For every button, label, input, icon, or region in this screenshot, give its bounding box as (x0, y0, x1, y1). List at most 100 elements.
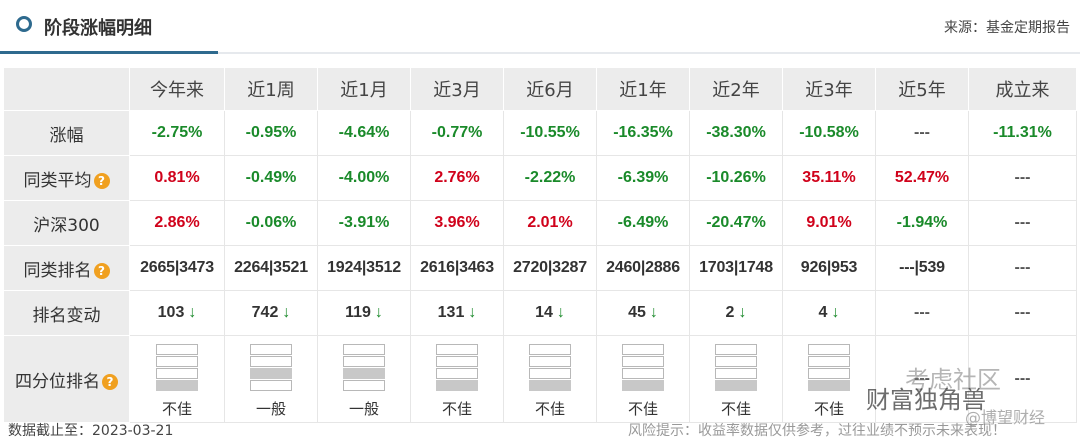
row-label-rank: 同类排名? (3, 245, 130, 291)
rank-cell: 2616|3463 (410, 245, 504, 291)
hs300-cell: -20.47% (689, 200, 783, 246)
quartile-cell: 不佳 (596, 335, 690, 423)
help-icon[interactable]: ? (93, 172, 110, 189)
hs300-cell: -0.06% (224, 200, 318, 246)
quartile-bar-icon (250, 343, 292, 392)
watermark-text: @博望财经 (965, 408, 1046, 427)
column-header: 今年来 (129, 67, 225, 111)
column-header: 近2年 (689, 67, 783, 111)
gain-cell: -10.55% (503, 110, 597, 156)
avg-cell: -6.39% (596, 155, 690, 201)
arrow-down-icon: ↓ (831, 304, 840, 321)
rank-row: 同类排名? 2665|3473 2264|3521 1924|3512 2616… (3, 245, 1077, 291)
avg-cell: 35.11% (782, 155, 876, 201)
avg-cell: -0.49% (224, 155, 318, 201)
row-label-text: 四分位排名 (15, 371, 100, 392)
arrow-down-icon: ↓ (374, 304, 383, 321)
quartile-label: 不佳 (534, 399, 565, 418)
rank-cell: 2264|3521 (224, 245, 318, 291)
change-cell: 119 ↓ (317, 290, 411, 336)
quartile-bar-icon (808, 343, 850, 392)
row-label-text: 同类排名 (23, 260, 92, 281)
section-header: 阶段涨幅明细 来源：基金定期报告 (0, 0, 1080, 54)
arrow-down-icon: ↓ (468, 304, 477, 321)
quartile-bar-icon (529, 343, 571, 392)
row-label-text: 同类平均 (23, 170, 92, 191)
header-row: 今年来 近1周 近1月 近3月 近6月 近1年 近2年 近3年 近5年 成立来 (3, 67, 1077, 111)
change-cell: 4 ↓ (782, 290, 876, 336)
title-underline (0, 51, 218, 54)
arrow-down-icon: ↓ (188, 304, 197, 321)
row-label-hs300: 沪深300 (3, 200, 130, 246)
column-header: 近1年 (596, 67, 690, 111)
circle-icon (16, 16, 32, 32)
column-header: 近1月 (317, 67, 411, 111)
avg-cell: 52.47% (875, 155, 969, 201)
change-cell: 742 ↓ (224, 290, 318, 336)
rank-cell: --- (968, 245, 1077, 291)
arrow-down-icon: ↓ (556, 304, 565, 321)
quartile-label: 不佳 (720, 399, 751, 418)
gain-cell: -0.77% (410, 110, 504, 156)
gain-cell: -2.75% (129, 110, 225, 156)
rank-cell: 2665|3473 (129, 245, 225, 291)
quartile-label: 不佳 (813, 399, 844, 418)
quartile-bar-icon (436, 343, 478, 392)
hs300-cell: 2.86% (129, 200, 225, 246)
row-label-change: 排名变动 (3, 290, 130, 336)
change-cell: 131 ↓ (410, 290, 504, 336)
gain-cell: -4.64% (317, 110, 411, 156)
change-value: 742 (251, 304, 279, 321)
change-cell: 14 ↓ (503, 290, 597, 336)
row-label-quartile: 四分位排名? (3, 335, 130, 423)
gain-cell: -10.58% (782, 110, 876, 156)
change-value: 14 (535, 304, 553, 321)
avg-cell: 0.81% (129, 155, 225, 201)
gain-cell: -0.95% (224, 110, 318, 156)
avg-row: 同类平均? 0.81% -0.49% -4.00% 2.76% -2.22% -… (3, 155, 1077, 201)
arrow-down-icon: ↓ (649, 304, 658, 321)
row-label-gain: 涨幅 (3, 110, 130, 156)
quartile-label: 一般 (255, 399, 286, 418)
quartile-cell: 不佳 (129, 335, 225, 423)
quartile-cell: 不佳 (503, 335, 597, 423)
gain-cell: -38.30% (689, 110, 783, 156)
quartile-bar-icon (343, 343, 385, 392)
gain-cell: -16.35% (596, 110, 690, 156)
rank-cell: 2460|2886 (596, 245, 690, 291)
change-value: 4 (818, 304, 828, 321)
avg-cell: -4.00% (317, 155, 411, 201)
help-icon[interactable]: ? (93, 262, 110, 279)
column-header: 近3年 (782, 67, 876, 111)
quartile-label: 不佳 (441, 399, 472, 418)
change-cell: 103 ↓ (129, 290, 225, 336)
gain-row: 涨幅 -2.75% -0.95% -4.64% -0.77% -10.55% -… (3, 110, 1077, 156)
change-value: 2 (725, 304, 735, 321)
hs300-cell: --- (968, 200, 1077, 246)
help-icon[interactable]: ? (102, 373, 118, 390)
data-date: 数据截止至：2023-03-21 (8, 423, 174, 439)
hs300-cell: 9.01% (782, 200, 876, 246)
quartile-label: 一般 (348, 399, 379, 418)
change-cell: --- (875, 290, 969, 336)
quartile-bar-icon (715, 343, 757, 392)
avg-cell: --- (968, 155, 1077, 201)
change-value: 45 (628, 304, 646, 321)
rank-cell: ---|539 (875, 245, 969, 291)
quartile-label: 不佳 (627, 399, 658, 418)
gain-cell: --- (875, 110, 969, 156)
column-header: 近3月 (410, 67, 504, 111)
quartile-cell: 不佳 (782, 335, 876, 423)
hs300-row: 沪深300 2.86% -0.06% -3.91% 3.96% 2.01% -6… (3, 200, 1077, 246)
quartile-bar-icon (156, 343, 198, 392)
hs300-cell: 3.96% (410, 200, 504, 246)
hs300-cell: -6.49% (596, 200, 690, 246)
quartile-bar-icon (622, 343, 664, 392)
rank-cell: 926|953 (782, 245, 876, 291)
hs300-cell: -3.91% (317, 200, 411, 246)
quartile-cell: 不佳 (410, 335, 504, 423)
avg-cell: -2.22% (503, 155, 597, 201)
change-cell: --- (968, 290, 1077, 336)
arrow-down-icon: ↓ (738, 304, 747, 321)
corner-cell (3, 67, 130, 111)
